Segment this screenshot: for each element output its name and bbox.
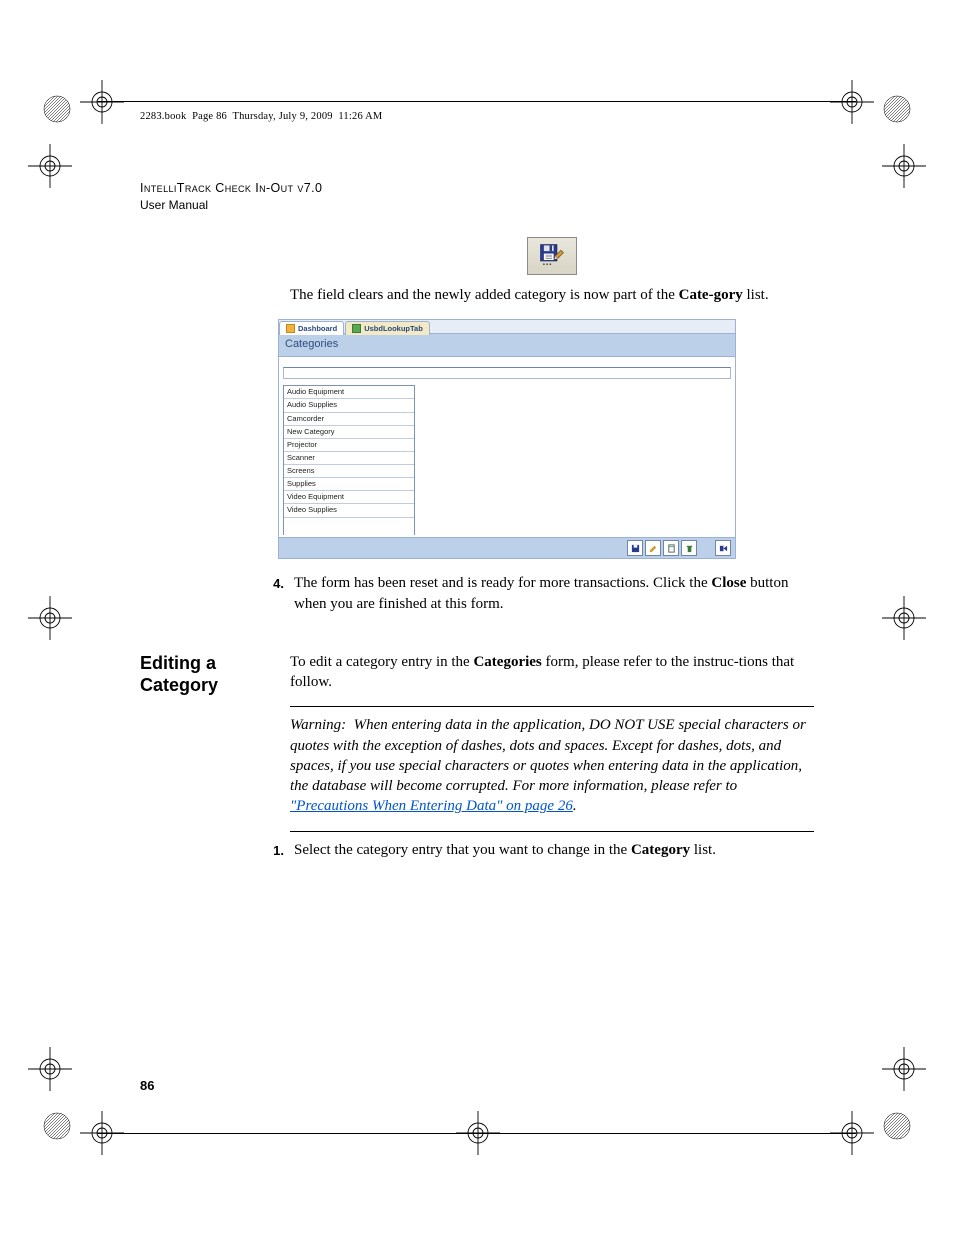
list-item: Video Equipment <box>284 491 414 504</box>
reg-sphere <box>882 94 912 124</box>
list-item: Video Supplies <box>284 504 414 517</box>
edit-icon <box>645 540 661 556</box>
save-icon-figure <box>527 237 577 275</box>
list-item: Scanner <box>284 452 414 465</box>
manual-page: 2283.book Page 86 Thursday, July 9, 2009… <box>0 0 954 1235</box>
crop-line <box>98 1133 856 1134</box>
page-content: 2283.book Page 86 Thursday, July 9, 2009… <box>140 110 814 870</box>
screenshot-tabs: Dashboard UsbdLookupTab <box>279 320 735 334</box>
reg-sphere <box>882 1111 912 1141</box>
reg-cross <box>28 596 72 640</box>
screenshot-toolbar <box>279 537 735 558</box>
editing-intro: To edit a category entry in the Categori… <box>290 652 814 693</box>
product-title: IntelliTrack Check In-Out v7.0 <box>140 180 814 197</box>
reg-cross <box>28 144 72 188</box>
screenshot-form-title: Categories <box>279 334 735 357</box>
list-item: Audio Supplies <box>284 399 414 412</box>
categories-form-screenshot: Dashboard UsbdLookupTab Categories Audio… <box>278 319 736 559</box>
list-item: Audio Equipment <box>284 386 414 399</box>
list-item: Camcorder <box>284 413 414 426</box>
new-icon <box>663 540 679 556</box>
save-icon <box>627 540 643 556</box>
step-1: 1. Select the category entry that you wa… <box>270 840 814 860</box>
tab-lookup: UsbdLookupTab <box>345 321 430 335</box>
precautions-link[interactable]: "Precautions When Entering Data" on page… <box>290 798 573 814</box>
reg-sphere <box>42 1111 72 1141</box>
warning-note: Warning: When entering data in the appli… <box>290 715 814 816</box>
page-number: 86 <box>140 1077 154 1095</box>
divider <box>290 706 814 707</box>
reg-cross <box>28 1047 72 1091</box>
step-4: 4. The form has been reset and is ready … <box>270 573 814 614</box>
reg-sphere <box>42 94 72 124</box>
reg-cross <box>80 80 124 124</box>
paragraph-category-added: The field clears and the newly added cat… <box>290 285 814 305</box>
running-header: 2283.book Page 86 Thursday, July 9, 2009… <box>140 110 814 124</box>
list-item: New Category <box>284 426 414 439</box>
tab-dashboard: Dashboard <box>279 321 344 335</box>
list-item: Screens <box>284 465 414 478</box>
heading-editing-a-category: Editing a Category <box>140 652 270 697</box>
reg-cross <box>882 144 926 188</box>
close-icon <box>715 540 731 556</box>
delete-icon <box>681 540 697 556</box>
screenshot-input-field <box>283 367 731 379</box>
divider <box>290 831 814 832</box>
crop-line <box>98 101 856 102</box>
reg-cross <box>882 596 926 640</box>
reg-cross <box>830 80 874 124</box>
list-item: Projector <box>284 439 414 452</box>
product-subtitle: User Manual <box>140 197 814 213</box>
category-list: Audio Equipment Audio Supplies Camcorder… <box>283 385 415 535</box>
list-item: Supplies <box>284 478 414 491</box>
reg-cross <box>882 1047 926 1091</box>
spacer <box>699 541 713 555</box>
floppy-pencil-icon <box>538 243 566 269</box>
